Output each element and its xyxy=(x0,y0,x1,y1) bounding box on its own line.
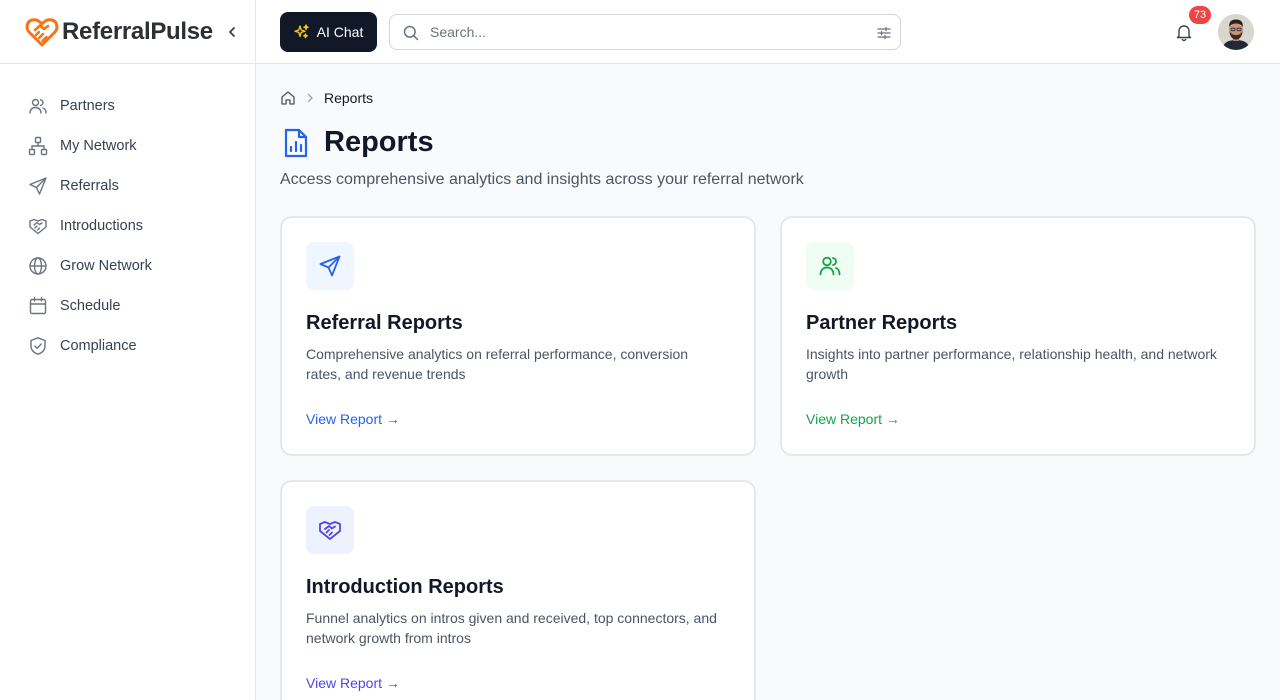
sidebar-item-compliance[interactable]: Compliance xyxy=(0,326,255,366)
top-bar: AI Chat 73 xyxy=(256,0,1280,64)
calendar-icon xyxy=(28,296,48,316)
view-report-link[interactable]: View Report → xyxy=(806,411,900,427)
card-description: Funnel analytics on intros given and rec… xyxy=(306,610,717,646)
users-icon xyxy=(819,256,841,276)
search-bar xyxy=(389,14,901,50)
search-input[interactable] xyxy=(430,22,860,42)
heart-handshake-logo-icon xyxy=(25,17,59,46)
sidebar-item-label: Introductions xyxy=(60,218,144,234)
card-title: Partner Reports xyxy=(806,312,958,334)
sidebar-item-label: Schedule xyxy=(60,298,121,314)
partner-reports-card[interactable]: Partner Reports Insights into partner pe… xyxy=(780,216,1256,456)
sidebar-nav: Partners My Network Referrals Introducti… xyxy=(0,64,255,366)
notification-badge: 73 xyxy=(1189,6,1211,24)
sidebar-item-label: Partners xyxy=(60,98,115,114)
avatar[interactable] xyxy=(1218,14,1254,50)
users-icon xyxy=(28,96,48,116)
card-icon-box xyxy=(306,242,354,290)
card-description: Insights into partner performance, relat… xyxy=(806,346,1217,382)
bell-icon[interactable] xyxy=(1174,22,1194,42)
sidebar: ReferralPulse Partners My Network Referr… xyxy=(0,0,256,700)
page-title: Reports xyxy=(324,126,434,158)
introduction-reports-card[interactable]: Introduction Reports Funnel analytics on… xyxy=(280,480,756,700)
main-content: Reports Reports Access comprehensive ana… xyxy=(256,64,1280,700)
ai-chat-label: AI Chat xyxy=(316,24,364,40)
page-subtitle: Access comprehensive analytics and insig… xyxy=(280,171,804,188)
page-header: Reports xyxy=(280,126,434,159)
view-report-link[interactable]: View Report → xyxy=(306,411,400,427)
collapse-sidebar-button[interactable] xyxy=(222,22,242,42)
user-avatar-photo xyxy=(1218,14,1254,50)
handshake-icon xyxy=(28,216,48,236)
card-title: Introduction Reports xyxy=(306,576,504,598)
card-icon-box xyxy=(306,506,354,554)
file-chart-icon xyxy=(284,128,308,157)
logo-row: ReferralPulse xyxy=(0,0,255,64)
referral-reports-card[interactable]: Referral Reports Comprehensive analytics… xyxy=(280,216,756,456)
handshake-icon xyxy=(319,521,341,540)
card-title: Referral Reports xyxy=(306,312,463,334)
breadcrumb-current: Reports xyxy=(324,90,374,106)
sidebar-item-schedule[interactable]: Schedule xyxy=(0,286,255,326)
network-icon xyxy=(28,136,48,156)
sidebar-item-partners[interactable]: Partners xyxy=(0,86,255,126)
globe-icon xyxy=(28,256,48,276)
chevron-left-icon xyxy=(229,27,235,37)
sidebar-item-label: Grow Network xyxy=(60,258,152,274)
sidebar-item-label: Referrals xyxy=(60,178,119,194)
sidebar-item-my-network[interactable]: My Network xyxy=(0,126,255,166)
sparkles-icon xyxy=(293,24,309,39)
send-icon xyxy=(319,255,341,277)
home-icon[interactable] xyxy=(280,90,296,106)
brand-name: ReferralPulse xyxy=(62,17,213,45)
sidebar-item-grow-network[interactable]: Grow Network xyxy=(0,246,255,286)
sidebar-item-referrals[interactable]: Referrals xyxy=(0,166,255,206)
breadcrumb: Reports xyxy=(280,89,373,107)
card-icon-box xyxy=(806,242,854,290)
filter-sliders-icon[interactable] xyxy=(876,25,892,41)
chevron-right-icon xyxy=(307,93,313,103)
sidebar-item-label: Compliance xyxy=(60,338,137,354)
sidebar-item-label: My Network xyxy=(60,138,137,154)
sidebar-item-introductions[interactable]: Introductions xyxy=(0,206,255,246)
card-description: Comprehensive analytics on referral perf… xyxy=(306,346,689,382)
send-icon xyxy=(28,176,48,196)
ai-chat-button[interactable]: AI Chat xyxy=(280,12,377,52)
search-icon xyxy=(403,25,419,41)
shield-check-icon xyxy=(28,336,48,356)
view-report-link[interactable]: View Report → xyxy=(306,675,400,691)
